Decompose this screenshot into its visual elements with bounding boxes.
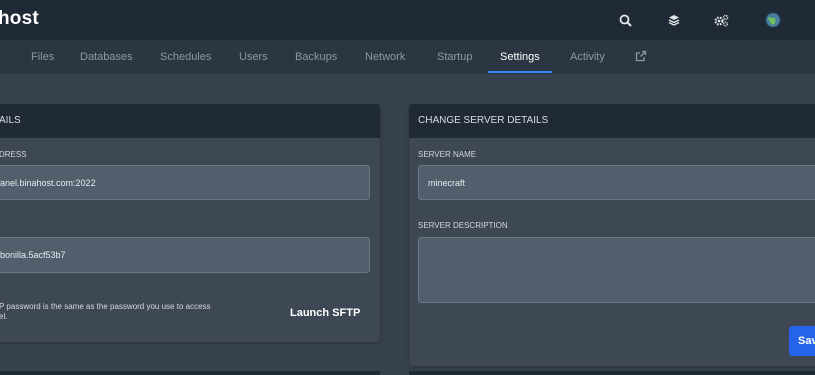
top-bar: host [0,0,815,40]
server-address-field[interactable]: anel.binahost.com:2022 [0,165,370,200]
server-name-label: SERVER NAME [418,150,477,159]
tab-users[interactable]: Users [239,51,268,63]
username-value: bonilla.5acf53b7 [0,250,66,260]
tab-settings[interactable]: Settings [500,51,540,63]
note-line-2: el. [0,312,8,321]
card-title: CHANGE SERVER DETAILS [418,115,549,126]
sftp-password-note: P password is the same as the password y… [0,302,249,322]
search-icon[interactable] [616,11,634,29]
server-name-input[interactable]: minecraft [418,165,815,200]
server-description-label: SERVER DESCRIPTION [418,221,508,230]
cogs-icon[interactable] [712,11,730,29]
tab-databases[interactable]: Databases [80,51,133,63]
next-card-edge [409,371,815,375]
tab-activity[interactable]: Activity [570,51,605,63]
server-address-label: DRESS [0,150,27,159]
card-header: AILS [0,104,380,138]
external-link-icon[interactable] [635,50,647,65]
server-address-value: anel.binahost.com:2022 [0,177,96,188]
avatar[interactable] [764,11,782,29]
tab-network[interactable]: Network [365,51,405,63]
save-button[interactable]: Sav [789,326,815,356]
brand-name[interactable]: host [0,8,39,30]
tab-startup[interactable]: Startup [437,51,472,63]
card-title: AILS [0,115,21,126]
layers-icon[interactable] [665,11,683,29]
username-field[interactable]: bonilla.5acf53b7 [0,237,370,273]
next-card-edge [0,371,380,375]
server-name-value: minecraft [428,177,466,188]
active-tab-indicator [488,71,552,73]
card-header: CHANGE SERVER DETAILS [409,104,815,138]
server-subnav: Files Databases Schedules Users Backups … [0,40,815,74]
sftp-details-card: AILS DRESS anel.binahost.com:2022 bonill… [0,104,380,342]
tab-backups[interactable]: Backups [295,51,337,63]
launch-sftp-button[interactable]: Launch SFTP [290,307,360,319]
tab-schedules[interactable]: Schedules [160,51,211,63]
tab-files[interactable]: Files [31,51,54,63]
note-line-1: P password is the same as the password y… [0,302,211,311]
server-description-textarea[interactable] [418,237,815,303]
change-server-details-card: CHANGE SERVER DETAILS SERVER NAME minecr… [409,104,815,366]
